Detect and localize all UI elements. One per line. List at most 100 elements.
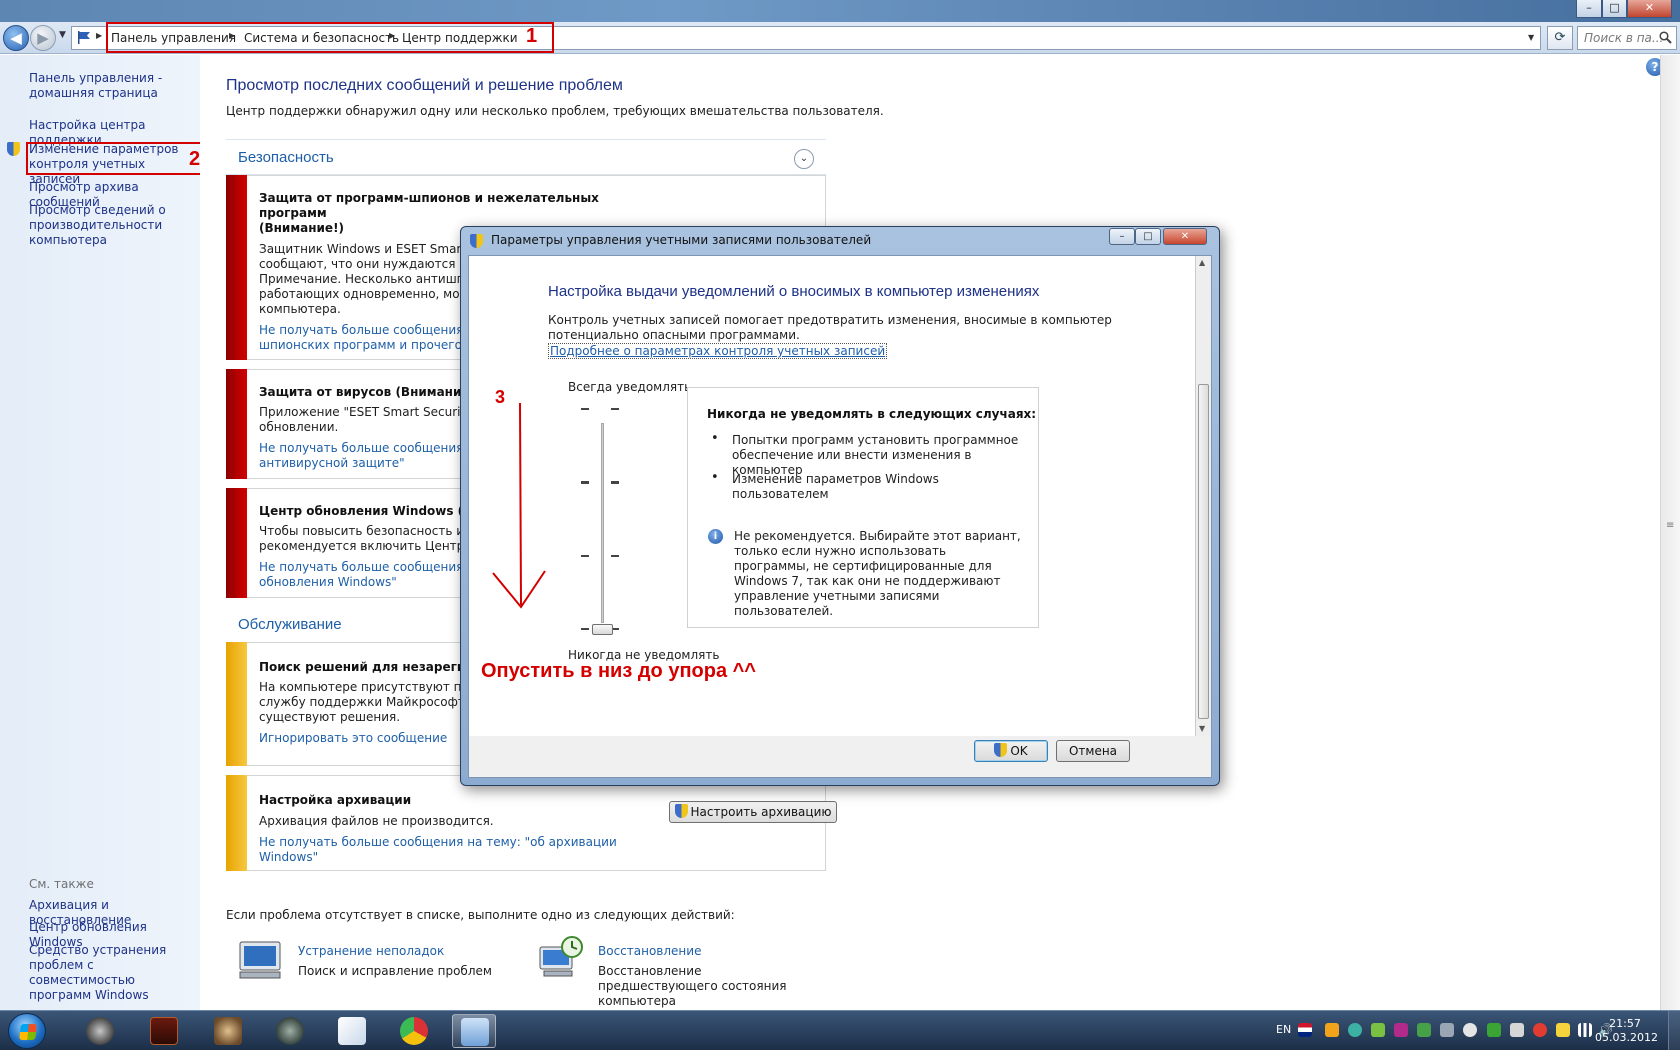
left-navigation-pane: Панель управления - домашняя страница На… — [0, 55, 200, 1010]
collapse-chevron-icon[interactable]: ⌄ — [794, 149, 814, 169]
turn-off-messages-link[interactable]: Не получать больше сообщения на — [259, 441, 482, 456]
tray-app-icon[interactable] — [1394, 1023, 1408, 1037]
annotation-box-breadcrumb — [106, 22, 554, 53]
ok-button[interactable]: OK — [974, 740, 1048, 762]
clock-date: 05.03.2012 — [1595, 1031, 1658, 1044]
turn-off-messages-link[interactable]: Не получать больше сообщения на — [259, 560, 482, 575]
address-dropdown-icon[interactable]: ▼ — [1528, 33, 1534, 42]
tray-app-icon[interactable] — [1510, 1023, 1524, 1037]
input-language[interactable]: EN — [1276, 1023, 1291, 1036]
taskbar-control-panel-icon[interactable] — [452, 1014, 496, 1048]
taskbar-app-icon[interactable] — [330, 1014, 374, 1048]
turn-off-messages-link[interactable]: Не получать больше сообщения на — [259, 323, 482, 338]
maximize-button[interactable]: □ — [1602, 0, 1627, 18]
troubleshooting-link[interactable]: Устранение неполадок — [298, 944, 444, 958]
tray-app-icon[interactable] — [1417, 1023, 1431, 1037]
dialog-minimize-button[interactable]: – — [1109, 228, 1135, 245]
tray-nvidia-icon[interactable] — [1371, 1023, 1385, 1037]
severity-bar-yellow — [226, 642, 247, 766]
uac-learn-more-link[interactable]: Подробнее о параметрах контроля учетных … — [548, 343, 888, 359]
refresh-button[interactable]: ⟳ — [1547, 26, 1573, 50]
action-center-flag-icon[interactable] — [1556, 1023, 1570, 1037]
system-restore-icon[interactable] — [538, 935, 584, 979]
taskbar-clock[interactable]: 21:57 05.03.2012 — [1595, 1017, 1658, 1045]
message-title: программ — [259, 206, 327, 220]
scroll-up-icon[interactable]: ▲ — [1199, 258, 1205, 267]
forward-button[interactable]: ▶ — [30, 25, 56, 51]
bullet-icon: • — [711, 470, 719, 485]
system-restore-description: компьютера — [598, 994, 677, 1008]
system-restore-description: Восстановление — [598, 964, 702, 978]
window-scrollbar[interactable]: ≡ — [1660, 55, 1680, 1010]
notification-level-slider-track[interactable] — [601, 423, 604, 623]
uac-shield-icon — [470, 234, 486, 249]
message-card-backup: Настройка архивации Архивация файлов не … — [226, 775, 837, 871]
message-text: рекомендуется включить Центр обн — [259, 539, 491, 553]
recent-pages-dropdown-icon[interactable]: ▼ — [59, 30, 66, 40]
turn-off-messages-link[interactable]: Не получать больше сообщения на тему: "о… — [259, 835, 617, 850]
maintenance-section-title[interactable]: Обслуживание — [238, 616, 342, 633]
setup-backup-button[interactable]: Настроить архивацию — [669, 801, 837, 823]
taskbar-diablo-icon[interactable] — [142, 1014, 186, 1048]
tray-alert-icon[interactable] — [1533, 1023, 1547, 1037]
message-text: Чтобы повысить безопасность и про — [259, 524, 491, 538]
scroll-down-icon[interactable]: ▼ — [1199, 724, 1205, 733]
annotation-number-2: 2 — [189, 148, 201, 170]
troubleshooting-description: Поиск и исправление проблем — [298, 964, 492, 978]
search-icon[interactable] — [1659, 31, 1672, 47]
tray-flash-icon[interactable] — [1325, 1023, 1339, 1037]
search-input[interactable]: Поиск в па... — [1577, 26, 1677, 50]
tray-app-icon[interactable] — [1487, 1023, 1501, 1037]
back-button[interactable]: ◀ — [3, 25, 29, 51]
turn-off-messages-link[interactable]: обновления Windows" — [259, 575, 397, 590]
slider-tick — [581, 554, 589, 557]
troubleshooting-icon[interactable] — [238, 938, 284, 982]
show-desktop-button[interactable] — [1668, 1011, 1680, 1050]
taskbar-game-icon[interactable] — [78, 1014, 122, 1048]
tray-app-icon[interactable] — [1463, 1023, 1477, 1037]
severity-bar-red — [226, 488, 247, 598]
network-icon[interactable] — [1578, 1023, 1592, 1037]
slider-tick — [611, 481, 619, 485]
window-title-bar — [0, 0, 1680, 22]
setting-description-box: Никогда не уведомлять в следующих случая… — [687, 387, 1039, 628]
annotation-instruction: Опустить в низ до упора ^^ — [481, 660, 756, 682]
dialog-close-button[interactable]: ✕ — [1163, 228, 1207, 245]
dialog-maximize-button[interactable]: □ — [1135, 228, 1161, 245]
taskbar-skyrim-icon[interactable] — [268, 1014, 312, 1048]
message-text: На компьютере присутствуют пробл — [259, 680, 492, 694]
uk-flag-icon[interactable] — [1298, 1023, 1312, 1037]
windows-logo-icon — [19, 1024, 37, 1040]
slider-tick — [581, 481, 589, 485]
turn-off-messages-link[interactable]: Windows" — [259, 850, 318, 865]
message-text: компьютера. — [259, 302, 341, 316]
sidebar-item-performance[interactable]: Просмотр сведений о производительности к… — [29, 203, 169, 248]
dialog-title: Параметры управления учетными записями п… — [491, 233, 872, 247]
security-section-header[interactable]: Безопасность ⌄ — [226, 139, 826, 175]
sidebar-item-home[interactable]: Панель управления - домашняя страница — [29, 71, 199, 101]
turn-off-messages-link[interactable]: антивирусной защите" — [259, 456, 405, 471]
cancel-button[interactable]: Отмена — [1056, 740, 1130, 762]
notification-level-slider-thumb[interactable] — [592, 624, 613, 635]
ok-label: OK — [1010, 744, 1028, 758]
taskbar-character-icon[interactable] — [206, 1014, 250, 1048]
tray-app-icon[interactable] — [1440, 1023, 1454, 1037]
sidebar-item-compatibility-troubleshooter[interactable]: Средство устранения проблем с совместимо… — [29, 943, 194, 1003]
slider-tick — [581, 628, 589, 630]
close-button[interactable]: ✕ — [1627, 0, 1672, 18]
minimize-button[interactable]: – — [1576, 0, 1602, 18]
turn-off-messages-link[interactable]: шпионских программ и прочего вре — [259, 338, 488, 353]
message-text: существуют решения. — [259, 710, 401, 724]
dialog-scrollbar[interactable]: ▲ ▼ — [1195, 256, 1211, 736]
see-also-heading: См. также — [29, 877, 94, 891]
ignore-message-link[interactable]: Игнорировать это сообщение — [259, 731, 447, 746]
annotation-down-arrow-icon — [492, 402, 546, 609]
system-restore-link[interactable]: Восстановление — [598, 944, 701, 958]
start-button[interactable] — [8, 1013, 46, 1049]
taskbar-chrome-icon[interactable] — [392, 1014, 436, 1048]
annotation-box-uac-link — [26, 142, 211, 175]
annotation-number-1: 1 — [526, 25, 538, 47]
breadcrumb-separator-icon[interactable]: ▶ — [96, 31, 102, 40]
dialog-scrollbar-thumb[interactable] — [1198, 384, 1209, 719]
tray-app-icon[interactable] — [1348, 1023, 1362, 1037]
